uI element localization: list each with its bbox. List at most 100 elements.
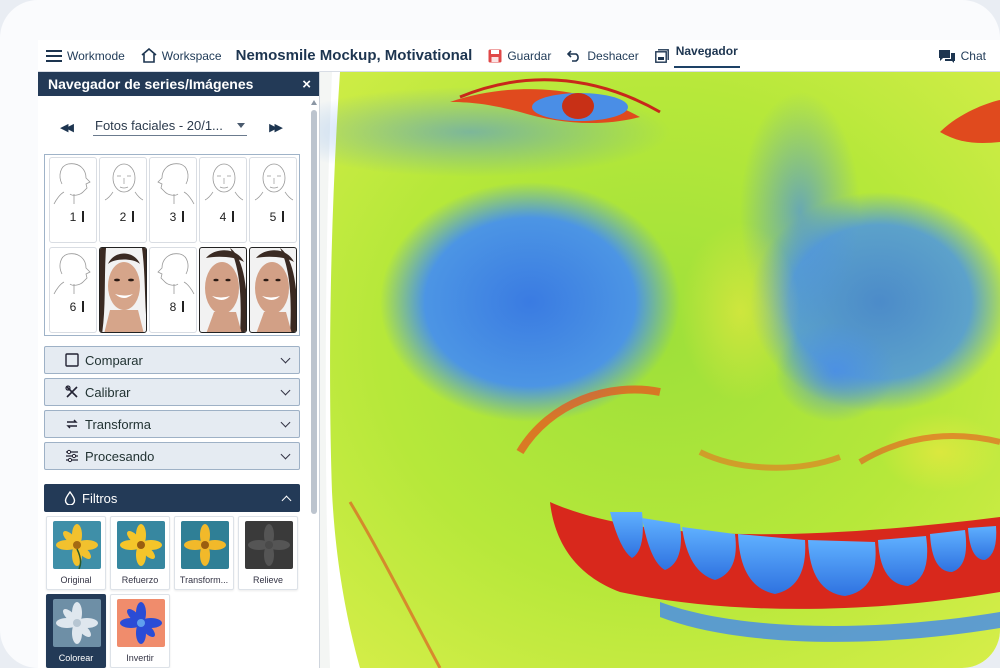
filter-label: Transform... [179, 575, 229, 585]
filter-option[interactable]: Refuerzo [110, 516, 170, 590]
skip-back-icon[interactable]: ◀◀ [60, 121, 74, 134]
thumbnail-marker [232, 211, 234, 222]
filter-preview-image [53, 599, 101, 647]
filter-option[interactable]: Colorear [46, 594, 106, 668]
thumbnail-marker [82, 301, 84, 312]
deshacer-button[interactable]: Deshacer [559, 40, 646, 72]
chat-icon [938, 49, 955, 63]
navegador-label: Navegador [673, 44, 740, 68]
undo-icon [567, 50, 580, 62]
chevron-down-icon [280, 417, 291, 428]
series-select-value: Fotos faciales - 20/1... [95, 118, 223, 133]
drop-icon [64, 491, 76, 505]
scroll-thumb[interactable] [311, 110, 317, 514]
image-thumbnail[interactable]: 4 [199, 157, 247, 243]
thumbnail-number: 6 [69, 300, 77, 314]
home-icon [141, 48, 157, 63]
profile-sketch-icon [53, 163, 91, 205]
filter-label: Invertir [126, 653, 154, 663]
panel-header: Navegador de series/Imágenes × [38, 72, 319, 96]
deshacer-label: Deshacer [587, 48, 639, 63]
filter-preview-image [117, 599, 165, 647]
workspace-button[interactable]: Workspace [133, 40, 230, 72]
image-thumbnail[interactable]: 1 [49, 157, 97, 243]
face-sketch-icon [104, 163, 144, 201]
image-viewer[interactable] [320, 72, 1000, 668]
image-thumbnail[interactable]: 5 [249, 157, 297, 243]
guardar-button[interactable]: Guardar [480, 40, 559, 72]
project-title: Nemosmile Mockup, Motivational [235, 47, 473, 64]
filter-option[interactable]: Invertir [110, 594, 170, 668]
swap-icon [66, 419, 78, 429]
filter-label: Refuerzo [121, 575, 159, 585]
app-window: Workmode Workspace Nemosmile Mockup, Mot… [0, 0, 1000, 668]
thumbnail-number: 4 [219, 210, 227, 224]
thumbnail-number: 8 [169, 300, 177, 314]
panel-scrollbar[interactable] [311, 100, 317, 666]
save-icon [488, 49, 502, 62]
chevron-down-icon [280, 353, 291, 364]
thumbnail-number: 5 [269, 210, 277, 224]
thumbnail-marker [282, 211, 284, 222]
thumbnail-marker [182, 301, 184, 312]
top-toolbar: Workmode Workspace Nemosmile Mockup, Mot… [38, 40, 1000, 72]
filter-label: Original [60, 575, 92, 585]
sliders-icon [66, 449, 78, 463]
section-transforma[interactable]: Transforma [44, 410, 300, 438]
filter-label: Colorear [58, 653, 94, 663]
image-thumbnail[interactable] [249, 247, 297, 333]
face-photo [200, 248, 246, 332]
filter-preview-image [245, 521, 293, 569]
chevron-up-icon [281, 495, 292, 505]
checkbox-icon [65, 353, 79, 367]
tools-icon [65, 385, 78, 398]
series-select[interactable]: Fotos faciales - 20/1... [93, 118, 247, 136]
image-thumbnail[interactable] [199, 247, 247, 333]
section-comparar[interactable]: Comparar [44, 346, 300, 374]
section-filtros[interactable]: Filtros [44, 484, 300, 512]
panel-title: Navegador de series/Imágenes [48, 76, 254, 92]
series-navigator-panel: Navegador de series/Imágenes × ◀◀ Fotos … [38, 72, 320, 668]
workspace-label: Workspace [161, 48, 222, 63]
profile-sketch-icon [53, 253, 91, 295]
face-photo [100, 248, 146, 332]
chat-button[interactable]: Chat [930, 40, 994, 72]
image-thumbnail[interactable] [99, 247, 147, 333]
scroll-up-arrow-icon[interactable] [311, 100, 317, 105]
image-thumbnail[interactable]: 2 [99, 157, 147, 243]
close-icon[interactable]: × [302, 76, 311, 93]
filter-option[interactable]: Original [46, 516, 106, 590]
navegador-button[interactable]: Navegador [647, 40, 748, 72]
face-sketch-icon [204, 163, 244, 201]
filter-label: Relieve [252, 575, 283, 585]
profile-sketch-icon [157, 163, 195, 205]
skip-forward-icon[interactable]: ▶▶ [269, 121, 283, 134]
thumbnail-number: 1 [69, 210, 77, 224]
section-label: Transforma [85, 416, 151, 432]
chevron-down-icon [280, 385, 291, 396]
filter-option[interactable]: Relieve [238, 516, 298, 590]
colorized-face-image [320, 72, 1000, 668]
thumbnail-marker [82, 211, 84, 222]
workmode-button[interactable]: Workmode [38, 40, 133, 72]
filter-option[interactable]: Transform... [174, 516, 234, 590]
image-thumbnail[interactable]: 3 [149, 157, 197, 243]
thumbnail-number: 3 [169, 210, 177, 224]
thumbnail-number: 2 [119, 210, 127, 224]
thumbnail-marker [182, 211, 184, 222]
gallery-icon [654, 48, 669, 63]
filter-preview-image [117, 521, 165, 569]
face-sketch-icon [254, 163, 294, 201]
section-label: Comparar [85, 352, 143, 368]
image-thumbnail[interactable]: 6 [49, 247, 97, 333]
workmode-label: Workmode [67, 48, 125, 63]
section-label: Filtros [82, 490, 118, 506]
section-procesando[interactable]: Procesando [44, 442, 300, 470]
image-thumbnail[interactable]: 8 [149, 247, 197, 333]
section-calibrar[interactable]: Calibrar [44, 378, 300, 406]
chevron-down-icon [280, 449, 291, 460]
profile-sketch-icon [157, 253, 195, 295]
face-photo [250, 248, 296, 332]
section-label: Calibrar [85, 384, 131, 400]
section-label: Procesando [85, 448, 155, 464]
